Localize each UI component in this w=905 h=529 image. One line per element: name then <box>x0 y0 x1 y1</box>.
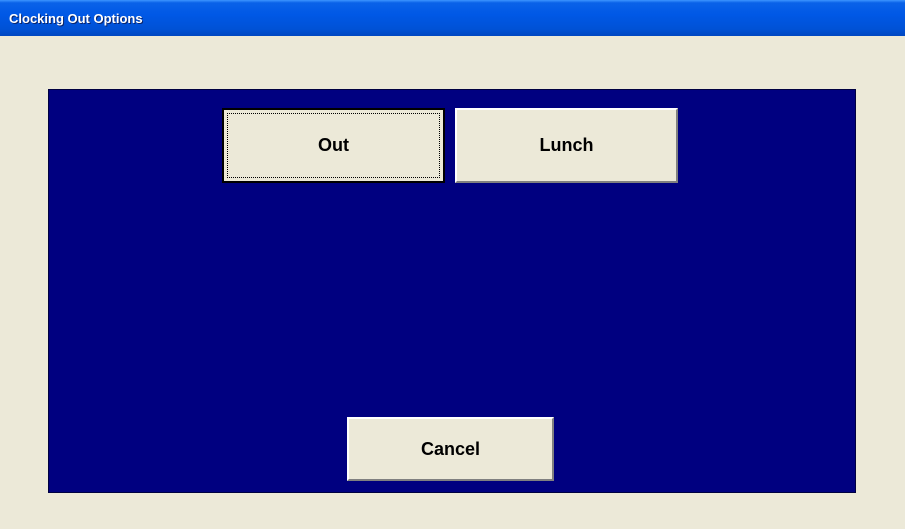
lunch-button[interactable]: Lunch <box>455 108 678 183</box>
out-button-label: Out <box>318 135 349 155</box>
title-bar[interactable]: Clocking Out Options <box>0 0 905 36</box>
clocking-out-options-window: Clocking Out Options Out Lunch Cancel <box>0 0 905 529</box>
out-button[interactable]: Out <box>222 108 445 183</box>
lunch-button-label: Lunch <box>539 135 594 155</box>
cancel-button[interactable]: Cancel <box>347 417 554 481</box>
cancel-button-label: Cancel <box>420 438 481 459</box>
window-title: Clocking Out Options <box>9 11 143 26</box>
